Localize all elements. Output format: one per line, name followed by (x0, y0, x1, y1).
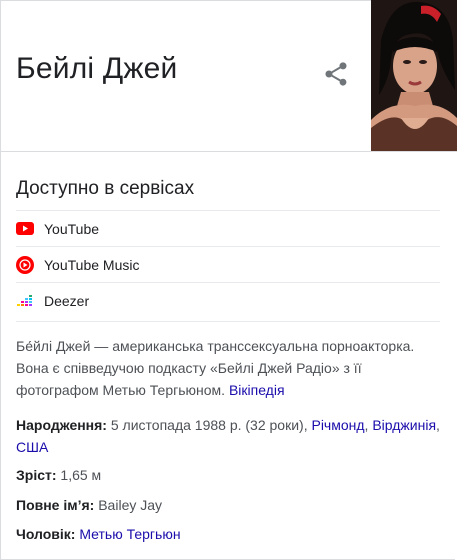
service-label: YouTube (44, 220, 100, 237)
page-title: Бейлі Джей (16, 52, 178, 85)
profile-photo[interactable] (371, 0, 457, 151)
youtube-icon (16, 220, 34, 238)
fact-birth: Народження: 5 листопада 1988 р. (32 роки… (16, 414, 444, 458)
deezer-icon (16, 292, 34, 310)
fact-value: Bailey Jay (98, 497, 163, 513)
service-youtube-music[interactable]: YouTube Music (16, 246, 440, 282)
service-label: Deezer (44, 292, 90, 309)
separator: , (364, 417, 369, 433)
youtube-music-icon (16, 255, 34, 274)
divider (16, 321, 440, 322)
fact-label: Чоловік: (16, 526, 76, 542)
services-title: Доступно в сервісах (16, 178, 195, 199)
share-icon[interactable] (322, 60, 350, 88)
birth-place-link-1[interactable]: Річмонд (311, 417, 364, 433)
service-label: YouTube Music (44, 256, 140, 273)
service-youtube[interactable]: YouTube (16, 210, 440, 246)
birth-place-link-3[interactable]: США (16, 439, 48, 455)
fact-value: 5 листопада 1988 р. (32 роки), (110, 417, 308, 433)
fact-full-name: Повне ім’я: Bailey Jay (16, 494, 444, 516)
fact-label: Народження: (16, 417, 107, 433)
description-text: Бе́йлі Джей — американська транссексуаль… (16, 338, 415, 398)
fact-husband: Чоловік: Метью Тергьюн (16, 523, 444, 545)
fact-height: Зріст: 1,65 м (16, 464, 444, 486)
husband-link[interactable]: Метью Тергьюн (79, 526, 180, 542)
description: Бе́йлі Джей — американська транссексуаль… (16, 335, 436, 401)
fact-value: 1,65 м (60, 467, 102, 483)
wikipedia-link[interactable]: Вікіпедія (229, 382, 285, 398)
service-deezer[interactable]: Deezer (16, 282, 440, 318)
panel-header: Бейлі Джей (0, 0, 457, 152)
birth-place-link-2[interactable]: Вірджинія (372, 417, 436, 433)
separator: , (436, 417, 440, 433)
fact-label: Повне ім’я: (16, 497, 95, 513)
fact-label: Зріст: (16, 467, 57, 483)
